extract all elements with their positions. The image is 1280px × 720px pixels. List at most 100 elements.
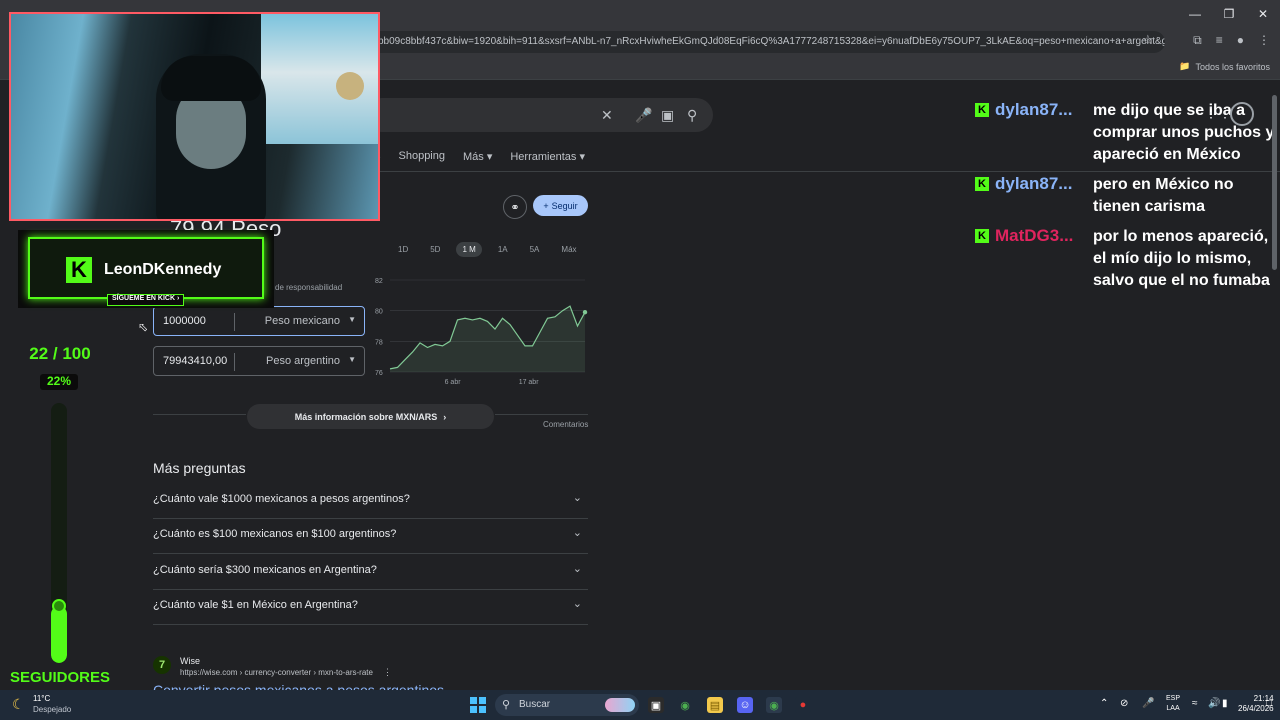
search-box[interactable]: ✕ 🎤 ▣ ⚲ [365,98,713,132]
show-hidden-icons[interactable]: ⌃ [1100,698,1108,709]
weather-temperature[interactable]: 11°C [33,694,50,703]
tab-more[interactable]: Más ▾ [463,150,492,163]
all-bookmarks-label: Todos los favoritos [1195,61,1270,72]
profile-icon[interactable]: ● [1237,33,1244,48]
faq-item[interactable]: ¿Cuánto es $100 mexicanos en $100 argent… [153,520,588,550]
tab-more-label: Más [463,151,484,163]
wifi-icon[interactable]: ≈ [1192,698,1198,709]
search-icon[interactable]: ⚲ [687,107,697,124]
volume-icon[interactable]: 🔊 [1208,698,1220,709]
more-questions-title: Más preguntas [153,460,246,476]
keyboard-layout: LAA [1166,705,1180,712]
amount-currency-select[interactable]: Peso mexicano [265,315,340,327]
wise-favicon: 7 [153,656,171,674]
divider [153,414,246,415]
kick-badge-icon: K [975,103,989,117]
discord-icon[interactable]: ☺ [737,697,753,713]
disclaimer-link[interactable]: de responsabilidad [275,283,342,292]
kick-banner: K LeonDKennedy SÍGUEME EN KICK › [18,230,274,308]
result-input[interactable]: 79943410,00 [163,355,227,367]
network-off-icon[interactable]: ⊘ [1120,698,1128,709]
result-currency-select[interactable]: Peso argentino [266,355,340,367]
chat-username: dylan87... [995,174,1073,193]
field-separator [234,313,235,331]
faq-item[interactable]: ¿Cuánto sería $300 mexicanos en Argentin… [153,556,588,586]
result-url[interactable]: https://wise.com › currency-converter › … [180,668,373,677]
more-info-label: Más información sobre MXN/ARS [294,411,438,422]
comments-link[interactable]: Comentarios [543,420,588,429]
field-separator [234,353,235,371]
range-5a[interactable]: 5A [524,242,546,257]
kick-logo-icon: K [66,257,92,283]
search-highlight-graphic [605,698,635,712]
mouse-cursor-icon: ⬁ [138,320,149,334]
y-tick-label: 78 [375,339,383,346]
tab-tools[interactable]: Herramientas ▾ [510,150,585,163]
microphone-icon[interactable]: 🎤 [635,107,652,124]
kick-follow-label: SÍGUEME EN KICK › [107,294,185,306]
result-title[interactable]: Convertir pesos mexicanos a pesos argent… [153,682,444,690]
faq-item[interactable]: ¿Cuánto vale $1 en México en Argentina? … [153,591,588,621]
kick-banner-frame: K LeonDKennedy [28,237,264,299]
faq-item[interactable]: ¿Cuánto vale $1000 mexicanos a pesos arg… [153,485,588,515]
menu-icon[interactable]: ⋮ [1258,33,1270,48]
goal-progress-knob [52,599,66,613]
range-max[interactable]: Máx [555,242,582,257]
more-info-button[interactable]: Más información sobre MXN/ARS › [247,404,494,429]
folder-icon: 📁 [1179,61,1191,71]
obs-icon[interactable]: ● [795,697,811,713]
chrome-active-icon[interactable]: ◉ [766,697,782,713]
result-field[interactable]: 79943410,00 Peso argentino ▼ [153,346,365,376]
file-explorer-icon[interactable]: ▤ [707,697,723,713]
faq-question: ¿Cuánto vale $1000 mexicanos a pesos arg… [153,493,410,505]
amount-input[interactable]: 1000000 [163,315,206,327]
start-button[interactable] [470,697,486,713]
battery-icon[interactable]: ▮ [1222,698,1228,709]
taskbar-search[interactable]: ⚲ Buscar [495,694,639,716]
lens-icon[interactable]: ▣ [661,107,674,124]
extensions-icon[interactable]: ⧉ [1193,33,1202,48]
tab-shopping[interactable]: Shopping [399,150,446,163]
chevron-down-icon: ⌄ [572,563,582,575]
range-1m[interactable]: 1 M [456,242,482,257]
minimize-icon[interactable]: — [1178,0,1212,28]
chat-text: por lo menos apareció, el mío dijo lo mi… [1093,228,1270,289]
tab-tools-label: Herramientas [510,151,577,163]
search-tabs: s Shopping Más ▾ Herramientas ▾ [375,150,585,163]
range-1a[interactable]: 1A [492,242,514,257]
chat-message: K MatDG3... por lo menos apareció, el mí… [975,226,1275,292]
account-circle-icon[interactable] [1230,102,1254,126]
amount-field[interactable]: 1000000 Peso mexicano ▼ [153,306,365,336]
result-menu-icon[interactable]: ⋮ [383,667,392,678]
all-bookmarks[interactable]: 📁 Todos los favoritos [1179,61,1270,72]
clear-icon[interactable]: ✕ [601,107,613,124]
more-options-icon[interactable]: ⋮⋮ [1204,104,1232,121]
kick-badge-icon: K [975,229,989,243]
y-tick-label: 76 [375,370,383,377]
notifications-icon[interactable]: □ [1266,698,1272,709]
weather-description[interactable]: Despejado [33,705,71,714]
chat-text: pero en México no tienen carisma [1093,176,1234,215]
chrome-icon[interactable]: ◉ [677,697,693,713]
media-icon[interactable]: ≡ [1216,33,1223,48]
page-scrollbar[interactable] [1272,95,1277,270]
chart-last-point [582,310,588,315]
restore-icon[interactable]: ❐ [1212,0,1246,28]
language-indicator[interactable]: ESP LAA [1166,694,1180,714]
faq-question: ¿Cuánto sería $300 mexicanos en Argentin… [153,564,377,576]
divider [153,553,588,554]
chevron-down-icon: ⌄ [572,492,582,504]
share-button[interactable]: ⚭ [503,195,527,219]
range-1d[interactable]: 1D [392,242,414,257]
divider [495,414,588,415]
follow-button[interactable]: + Seguir [533,195,588,216]
moon-icon[interactable]: ☾ [12,696,25,713]
bookmark-star-icon[interactable]: ☆ [1142,32,1154,48]
range-5d[interactable]: 5D [424,242,446,257]
search-icon: ⚲ [502,699,511,711]
address-bar[interactable]: bb09c8bbf437c&biw=1920&bih=911&sxsrf=ANb… [370,31,1165,53]
close-icon[interactable]: ✕ [1246,0,1280,28]
microphone-icon[interactable]: 🎤 [1142,698,1154,709]
result-site-name[interactable]: Wise [180,656,200,666]
task-view-icon[interactable]: ▣ [648,697,664,713]
